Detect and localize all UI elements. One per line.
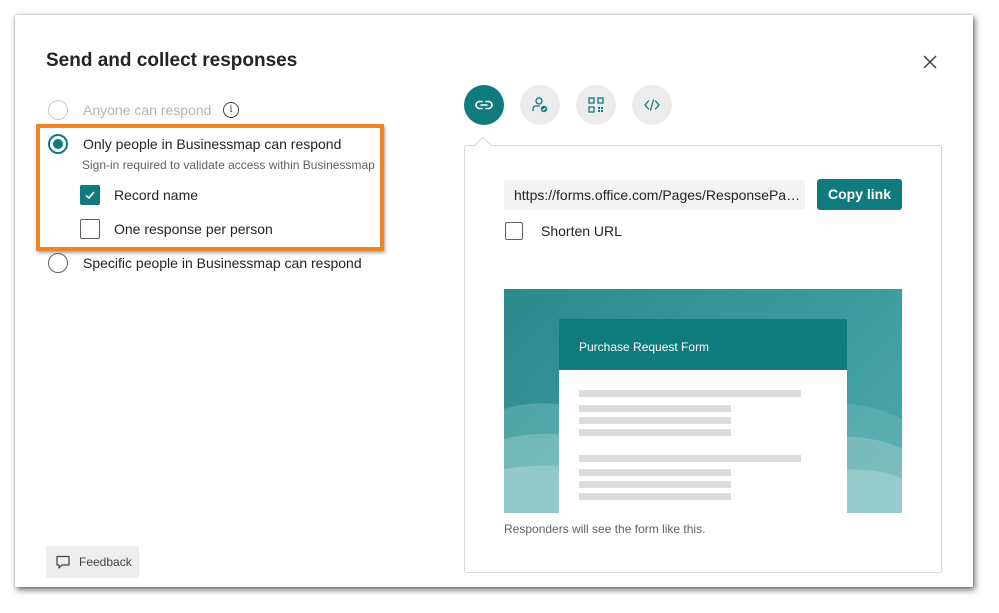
comment-icon: [56, 555, 70, 569]
option-anyone-label: Anyone can respond: [83, 102, 212, 118]
shorten-url-checkbox[interactable]: [505, 222, 523, 240]
dialog-title: Send and collect responses: [46, 50, 298, 71]
feedback-label: Feedback: [79, 555, 132, 569]
preview-card: Purchase Request Form: [559, 319, 847, 513]
link-url-field[interactable]: https://forms.office.com/Pages/ResponseP…: [504, 180, 805, 210]
close-icon[interactable]: [920, 52, 940, 72]
shorten-url-label: Shorten URL: [541, 223, 622, 239]
preview-line: [579, 493, 731, 500]
copy-link-button[interactable]: Copy link: [817, 179, 902, 210]
info-icon[interactable]: i: [223, 102, 239, 118]
preview-line: [579, 405, 731, 412]
option-anyone: Anyone can respond: [48, 100, 211, 120]
preview-form-title: Purchase Request Form: [559, 319, 847, 370]
highlight-box: [36, 124, 384, 251]
qr-code-icon[interactable]: [576, 85, 616, 125]
radio-specific[interactable]: [48, 253, 68, 273]
person-add-icon[interactable]: [520, 85, 560, 125]
preview-line: [579, 455, 801, 462]
embed-code-icon[interactable]: [632, 85, 672, 125]
option-specific-label: Specific people in Businessmap can respo…: [83, 255, 362, 271]
shorten-url-option[interactable]: Shorten URL: [505, 221, 622, 241]
radio-anyone: [48, 100, 68, 120]
share-tabs: [464, 85, 688, 125]
option-specific[interactable]: Specific people in Businessmap can respo…: [48, 253, 362, 273]
preview-line: [579, 481, 731, 488]
preview-line: [579, 429, 731, 436]
preview-caption: Responders will see the form like this.: [504, 522, 706, 536]
form-preview: Purchase Request Form: [504, 289, 902, 513]
preview-line: [579, 417, 731, 424]
feedback-button[interactable]: Feedback: [46, 546, 139, 578]
link-icon[interactable]: [464, 85, 504, 125]
preview-line: [579, 390, 801, 397]
preview-line: [579, 469, 731, 476]
